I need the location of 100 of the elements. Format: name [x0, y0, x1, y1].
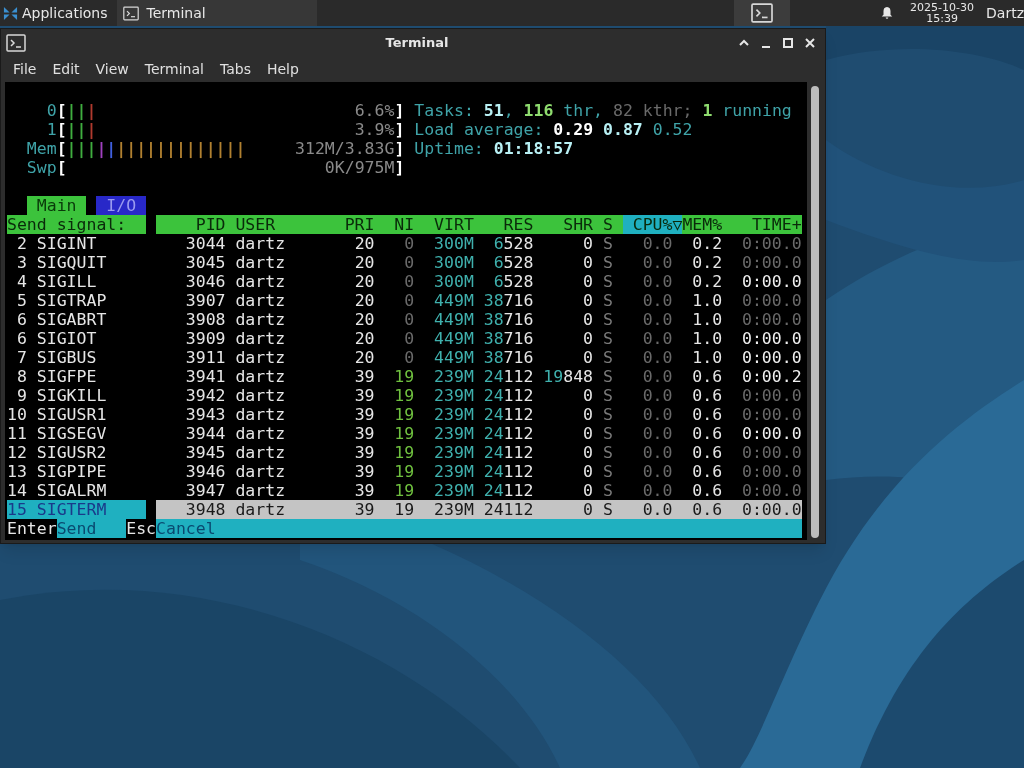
table-cell-text: 24112 — [482, 405, 534, 424]
process-row[interactable]: 3908 dartz 20 0 449M 38716 0 S 0.0 1.0 0:00.0 — [156, 310, 802, 329]
table-cell-text: S — [601, 272, 613, 291]
signal-item[interactable]: 9 SIGKILL — [7, 386, 147, 405]
meter-text: | — [96, 139, 107, 158]
table-cell-text: 24112 — [482, 462, 534, 481]
process-row[interactable]: 3044 dartz 20 0 300M 6528 0 S 0.0 0.2 0:00.0 — [156, 234, 802, 253]
menu-item[interactable]: Tabs — [211, 59, 259, 80]
user-name[interactable]: Dartz — [986, 2, 1024, 24]
signal-number: 15 — [7, 500, 27, 519]
table-cell-text: 39 — [353, 405, 375, 424]
process-row[interactable]: 3911 dartz 20 0 449M 38716 0 S 0.0 1.0 0:00.0 — [156, 348, 802, 367]
tab[interactable]: I/O — [96, 196, 147, 215]
signal-item[interactable]: 15 SIGTERM — [7, 500, 147, 519]
menu-item[interactable]: View — [87, 59, 137, 80]
signal-number: 7 — [15, 348, 27, 367]
table-cell-text: 3907 — [184, 291, 226, 310]
process-row[interactable]: 3944 dartz 39 19 239M 24112 0 S 0.0 0.6 0:00.0 — [156, 424, 802, 443]
table-cell-text: 0.0 — [641, 234, 673, 253]
table-cell-text: 38716 — [482, 291, 534, 310]
table-cell-text: S — [601, 424, 613, 443]
table-cell-text: 0.0 — [641, 291, 673, 310]
table-cell-text: 0:00.0 — [741, 272, 802, 291]
terminal-icon — [6, 34, 26, 52]
column-header[interactable]: PRI — [324, 215, 375, 234]
table-cell-text: dartz — [234, 386, 287, 405]
process-row[interactable]: 3946 dartz 39 19 239M 24112 0 S 0.0 0.6 0:00.0 — [156, 462, 802, 481]
column-header[interactable]: TIME+ — [722, 215, 802, 234]
signal-item[interactable]: 12 SIGUSR2 — [7, 443, 147, 462]
table-cell-text: 0 — [403, 234, 415, 253]
taskbar-button[interactable]: Terminal — [116, 0, 317, 26]
function-label[interactable]: Send — [56, 519, 127, 538]
table-cell-text: 449M — [433, 348, 474, 367]
table-cell-text: 20 — [353, 272, 375, 291]
meter-reading: 3.9% — [354, 120, 395, 139]
clock[interactable]: 2025-10-30 15:39 — [910, 2, 975, 24]
table-cell-text: 0.6 — [691, 481, 723, 500]
table-cell-text: 3045 — [184, 253, 226, 272]
signal-number: 5 — [15, 291, 27, 310]
table-cell-text: dartz — [234, 234, 287, 253]
signal-item[interactable]: 10 SIGUSR1 — [7, 405, 147, 424]
signal-item[interactable]: 3 SIGQUIT — [7, 253, 147, 272]
menu-item[interactable]: File — [5, 59, 45, 80]
column-header[interactable]: SHR — [533, 215, 593, 234]
table-cell-text: 6528 — [492, 253, 534, 272]
process-row[interactable]: 3941 dartz 39 19 239M 24112 19848 S 0.0 0.6 0:00.2 — [156, 367, 802, 386]
column-header[interactable]: PID — [156, 215, 226, 234]
process-row[interactable]: 3948 dartz 39 19 239M 24112 0 S 0.0 0.6 0:00.0 — [156, 500, 802, 519]
table-cell-text: 39 — [353, 443, 375, 462]
signal-name: SIGILL — [36, 272, 97, 291]
column-header[interactable]: CPU%▽ — [622, 215, 683, 234]
signal-item[interactable]: 11 SIGSEGV — [7, 424, 147, 443]
column-header[interactable]: VIRT — [414, 215, 474, 234]
column-header[interactable]: S — [593, 215, 613, 234]
signal-item[interactable]: 8 SIGFPE — [7, 367, 147, 386]
column-header[interactable]: USER — [225, 215, 325, 234]
table-cell-text: 20 — [353, 234, 375, 253]
table-cell-text: 20 — [353, 310, 375, 329]
meter-text: ||| — [66, 139, 97, 158]
process-row[interactable]: 3907 dartz 20 0 449M 38716 0 S 0.0 1.0 0:00.0 — [156, 291, 802, 310]
tab[interactable]: Main — [26, 196, 87, 215]
signal-item[interactable]: 5 SIGTRAP — [7, 291, 147, 310]
process-row[interactable]: 3945 dartz 39 19 239M 24112 0 S 0.0 0.6 0:00.0 — [156, 443, 802, 462]
function-label[interactable]: Cancel — [156, 519, 216, 538]
table-cell-text: 300M — [433, 272, 474, 291]
table-cell-text: 20 — [353, 253, 375, 272]
notification-bell-icon[interactable] — [880, 6, 895, 20]
column-header[interactable]: NI — [374, 215, 415, 234]
function-key: Esc — [126, 519, 156, 538]
process-row[interactable]: 3943 dartz 39 19 239M 24112 0 S 0.0 0.6 0:00.0 — [156, 405, 802, 424]
table-cell-text: 0 — [403, 253, 415, 272]
terminal-launcher[interactable] — [734, 0, 791, 26]
signal-item[interactable]: 13 SIGPIPE — [7, 462, 147, 481]
scrollbar[interactable] — [811, 86, 819, 538]
process-row[interactable]: 3947 dartz 39 19 239M 24112 0 S 0.0 0.6 0:00.0 — [156, 481, 802, 500]
process-row[interactable]: 3942 dartz 39 19 239M 24112 0 S 0.0 0.6 0:00.0 — [156, 386, 802, 405]
signal-item[interactable]: 2 SIGINT — [7, 234, 147, 253]
table-cell-text: 0.0 — [641, 348, 673, 367]
signal-item[interactable]: 6 SIGIOT — [7, 329, 147, 348]
column-header[interactable]: RES — [473, 215, 534, 234]
table-cell-text: 1.0 — [691, 310, 723, 329]
signal-item[interactable]: 14 SIGALRM — [7, 481, 147, 500]
process-row[interactable]: 3045 dartz 20 0 300M 6528 0 S 0.0 0.2 0:00.0 — [156, 253, 802, 272]
signal-item[interactable]: 6 SIGABRT — [7, 310, 147, 329]
maximize-icon[interactable] — [782, 37, 794, 49]
table-cell-text: 239M — [433, 386, 474, 405]
menu-item[interactable]: Help — [258, 59, 307, 80]
bracket: [ — [56, 158, 67, 177]
process-row[interactable]: 3909 dartz 20 0 449M 38716 0 S 0.0 1.0 0:00.0 — [156, 329, 802, 348]
signal-item[interactable]: 4 SIGILL — [7, 272, 147, 291]
bracket: ] — [394, 139, 405, 158]
signal-item[interactable]: 7 SIGBUS — [7, 348, 147, 367]
menu-item[interactable]: Terminal — [136, 59, 212, 80]
process-row[interactable]: 3046 dartz 20 0 300M 6528 0 S 0.0 0.2 0:00.0 — [156, 272, 802, 291]
table-cell-text: 20 — [353, 329, 375, 348]
close-icon[interactable] — [804, 37, 816, 49]
column-header[interactable]: MEM% — [682, 215, 723, 234]
applications-menu[interactable]: Applications — [0, 0, 111, 26]
signal-name: SIGUSR2 — [36, 443, 107, 462]
menu-item[interactable]: Edit — [44, 59, 88, 80]
